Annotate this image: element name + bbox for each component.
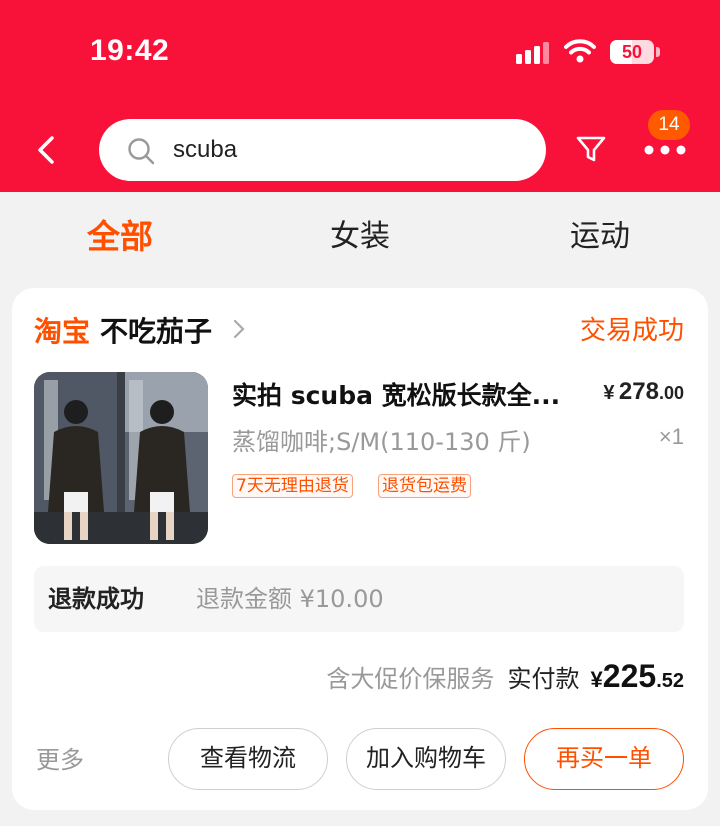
order-status: 交易成功 bbox=[579, 316, 684, 346]
price-protection-service: 含大促价保服务 bbox=[326, 665, 495, 693]
chevron-right-icon bbox=[233, 319, 245, 339]
more-dots-icon[interactable] bbox=[642, 140, 688, 160]
notification-badge: 14 bbox=[648, 110, 690, 140]
refund-amount: 退款金额 ¥10.00 bbox=[196, 585, 384, 613]
search-query: scuba bbox=[173, 136, 238, 163]
taobao-logo: 淘宝 bbox=[34, 315, 91, 348]
refund-status: 退款成功 bbox=[48, 585, 144, 613]
product-price: ¥ 278.00 bbox=[603, 378, 684, 406]
tag-seven-day-return: 7天无理由退货 bbox=[232, 474, 353, 498]
cellular-signal-icon bbox=[516, 42, 549, 64]
tag-free-return-shipping: 退货包运费 bbox=[378, 474, 471, 498]
refund-box[interactable]: 退款成功 退款金额 ¥10.00 bbox=[34, 566, 684, 632]
shop-name[interactable]: 不吃茄子 bbox=[100, 310, 212, 350]
product-image[interactable] bbox=[34, 372, 208, 544]
product-title[interactable]: 实拍 scuba 宽松版长款全... bbox=[232, 376, 572, 412]
top-header: 19:42 50 scuba 14 bbox=[0, 0, 720, 192]
filter-icon[interactable] bbox=[574, 132, 608, 166]
paid-integer: 225 bbox=[602, 658, 657, 694]
price-integer: 278 bbox=[618, 378, 659, 405]
order-card[interactable]: 淘宝 不吃茄子 交易成功 实拍 scuba 宽松版长款全... ¥ 278.00… bbox=[12, 288, 708, 810]
tab-sports[interactable]: 运动 bbox=[520, 192, 680, 282]
battery-indicator: 50 bbox=[610, 40, 654, 64]
view-logistics-button[interactable]: 查看物流 bbox=[168, 728, 328, 790]
status-time: 19:42 bbox=[90, 34, 170, 67]
paid-decimal: .52 bbox=[656, 670, 684, 692]
tab-all[interactable]: 全部 bbox=[40, 192, 200, 282]
wifi-icon bbox=[564, 39, 596, 63]
paid-symbol: ¥ bbox=[590, 667, 603, 692]
battery-percent: 50 bbox=[621, 42, 643, 62]
back-arrow-icon[interactable] bbox=[30, 132, 64, 168]
category-tabs: 全部 女装 运动 bbox=[0, 192, 720, 282]
paid-label: 实付款 bbox=[507, 665, 580, 693]
product-quantity: ×1 bbox=[658, 424, 684, 449]
buy-again-button[interactable]: 再买一单 bbox=[524, 728, 684, 790]
search-input[interactable]: scuba bbox=[99, 119, 546, 181]
product-sku: 蒸馏咖啡;S/M(110-130 斤) bbox=[232, 428, 531, 456]
add-to-cart-button[interactable]: 加入购物车 bbox=[346, 728, 506, 790]
price-decimal: .00 bbox=[658, 383, 684, 403]
tab-womens[interactable]: 女装 bbox=[280, 192, 440, 282]
more-link[interactable]: 更多 bbox=[36, 740, 84, 775]
battery-cap bbox=[656, 47, 660, 57]
product-photo-illustration bbox=[34, 372, 208, 544]
search-icon bbox=[128, 138, 155, 165]
price-symbol: ¥ bbox=[603, 382, 615, 404]
order-summary: 含大促价保服务 实付款 ¥225.52 bbox=[326, 658, 684, 698]
